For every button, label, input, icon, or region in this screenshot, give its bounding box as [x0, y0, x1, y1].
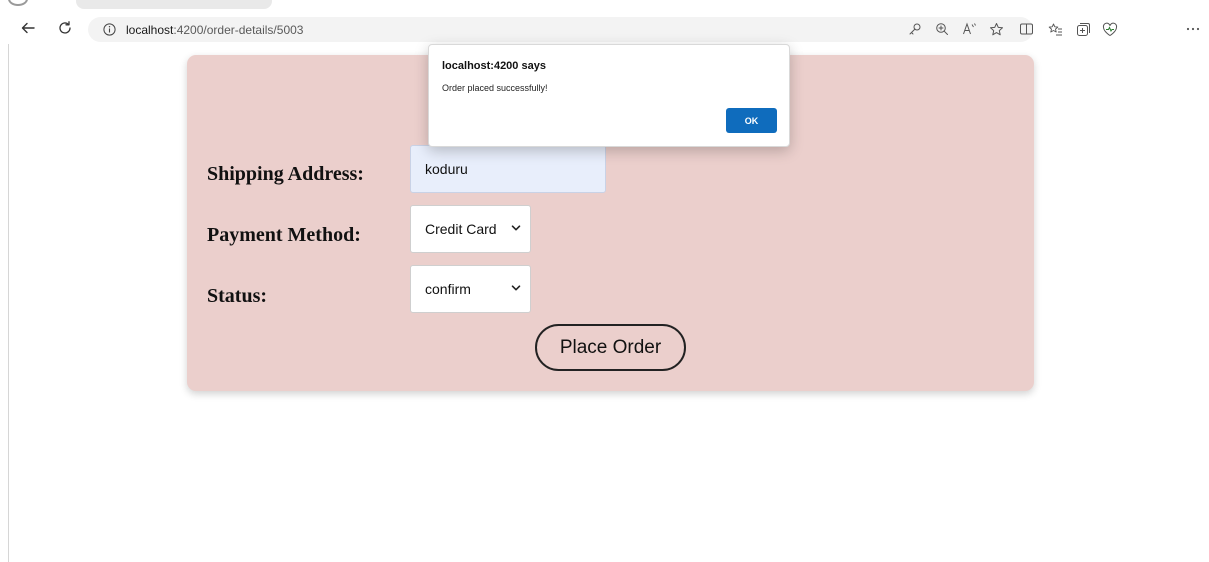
- dialog-title: localhost:4200 says: [442, 60, 546, 72]
- active-tab[interactable]: [76, 0, 272, 9]
- favorites-icon[interactable]: [1045, 19, 1065, 39]
- status-select[interactable]: confirm: [410, 265, 531, 313]
- ok-button[interactable]: OK: [726, 108, 777, 133]
- browser-essentials-icon[interactable]: [1100, 19, 1120, 39]
- tab-strip: [0, 0, 1209, 11]
- dialog-message: Order placed successfully!: [442, 83, 548, 93]
- refresh-button[interactable]: [54, 17, 76, 39]
- back-arrow-icon: [21, 22, 35, 34]
- key-icon[interactable]: [905, 19, 925, 39]
- payment-method-select[interactable]: Credit Card: [410, 205, 531, 253]
- more-icon[interactable]: [1183, 19, 1203, 39]
- payment-method-label: Payment Method:: [207, 224, 361, 246]
- split-screen-icon[interactable]: [1016, 19, 1036, 39]
- collections-icon[interactable]: [1073, 19, 1093, 39]
- shipping-address-label: Shipping Address:: [207, 163, 364, 185]
- url-path: :4200/order-details/5003: [173, 23, 304, 37]
- place-order-button[interactable]: Place Order: [535, 324, 686, 371]
- payment-method-value: Credit Card: [425, 221, 497, 237]
- shipping-address-input[interactable]: koduru: [410, 145, 606, 193]
- status-label: Status:: [207, 285, 268, 307]
- back-button[interactable]: [17, 17, 39, 39]
- url-text[interactable]: localhost:4200/order-details/5003: [126, 23, 303, 37]
- shipping-address-value: koduru: [425, 161, 468, 177]
- chevron-down-icon: [511, 225, 521, 231]
- alert-dialog: localhost:4200 says Order placed success…: [428, 44, 790, 147]
- profile-icon[interactable]: [8, 0, 28, 6]
- url-host: localhost: [126, 23, 174, 37]
- favorite-star-icon[interactable]: [986, 19, 1006, 39]
- refresh-icon: [59, 21, 71, 34]
- chevron-down-icon: [511, 285, 521, 291]
- status-value: confirm: [425, 281, 471, 297]
- read-aloud-icon[interactable]: [959, 19, 979, 39]
- zoom-icon[interactable]: [932, 19, 952, 39]
- viewport-edge: [8, 44, 9, 562]
- info-icon[interactable]: [103, 23, 116, 36]
